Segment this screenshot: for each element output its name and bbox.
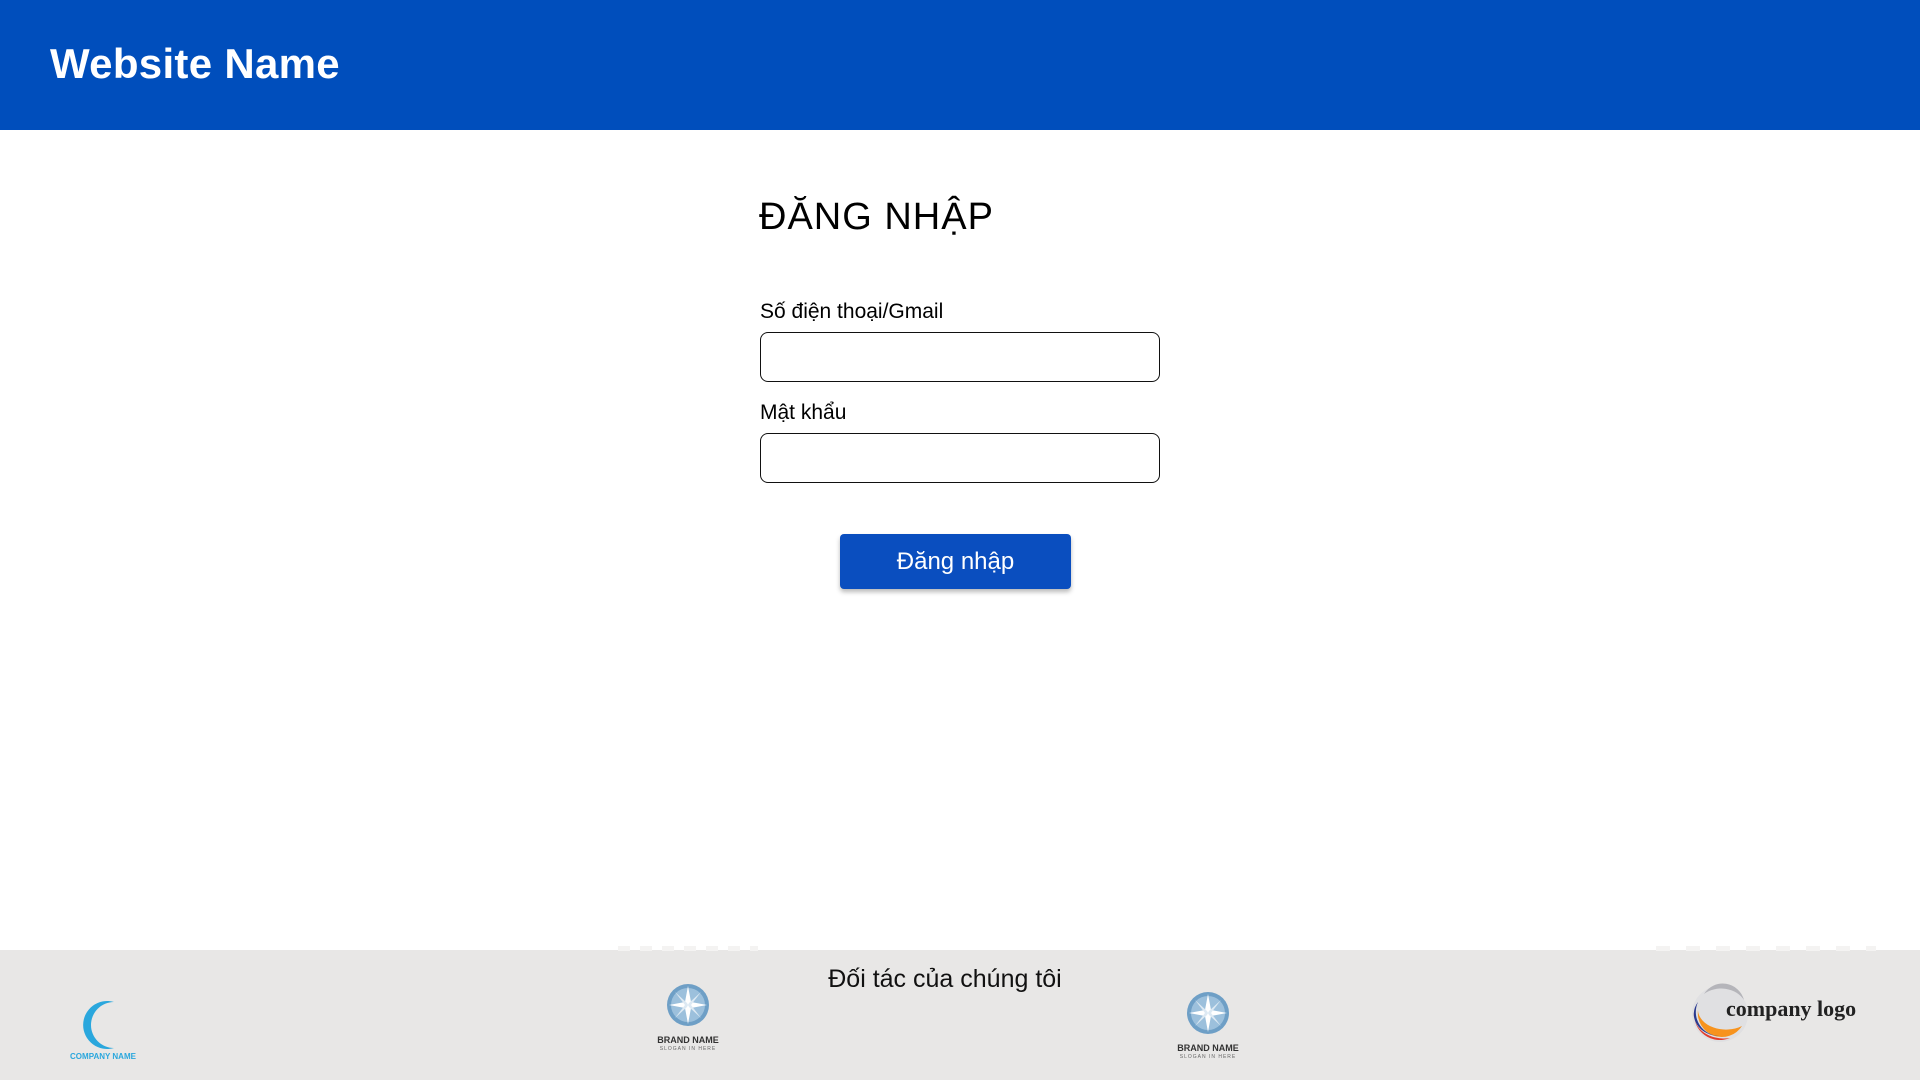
compass-star-logo-icon [667,984,709,1026]
partners-title: Đối tác của chúng tôi [828,965,1062,993]
logo-slogan: SLOGAN IN HERE [659,1046,717,1052]
logo-caption: COMPANY NAME [70,1052,136,1061]
partner-logo-brand-name[interactable]: BRAND NAME SLOGAN IN HERE [1172,990,1244,1060]
partner-logo-company-logo[interactable]: company logo [1690,980,1856,1046]
login-button[interactable]: Đăng nhập [840,534,1071,589]
login-title: ĐĂNG NHẬP [759,196,994,238]
crescent-logo-icon [83,1001,116,1049]
site-header: Website Name [0,0,1920,130]
phone-email-label: Số điện thoại/Gmail [760,300,944,323]
partner-logo-company-name[interactable]: COMPANY NAME [68,998,138,1064]
partners-footer: Đối tác của chúng tôi COMPANY NAME BRAND… [0,946,1920,1080]
password-label: Mật khẩu [760,401,847,424]
phone-email-input[interactable] [760,332,1160,382]
footer-decoration [1656,946,1876,951]
compass-star-logo-icon [1187,992,1229,1034]
logo-caption: company logo [1726,996,1857,1021]
logo-slogan: SLOGAN IN HERE [1179,1054,1237,1060]
site-title[interactable]: Website Name [50,40,340,88]
partner-logo-brand-name[interactable]: BRAND NAME SLOGAN IN HERE [652,982,724,1052]
logo-caption: BRAND NAME [657,1035,719,1045]
password-input[interactable] [760,433,1160,483]
footer-decoration [618,946,758,951]
logo-caption: BRAND NAME [1177,1043,1239,1053]
